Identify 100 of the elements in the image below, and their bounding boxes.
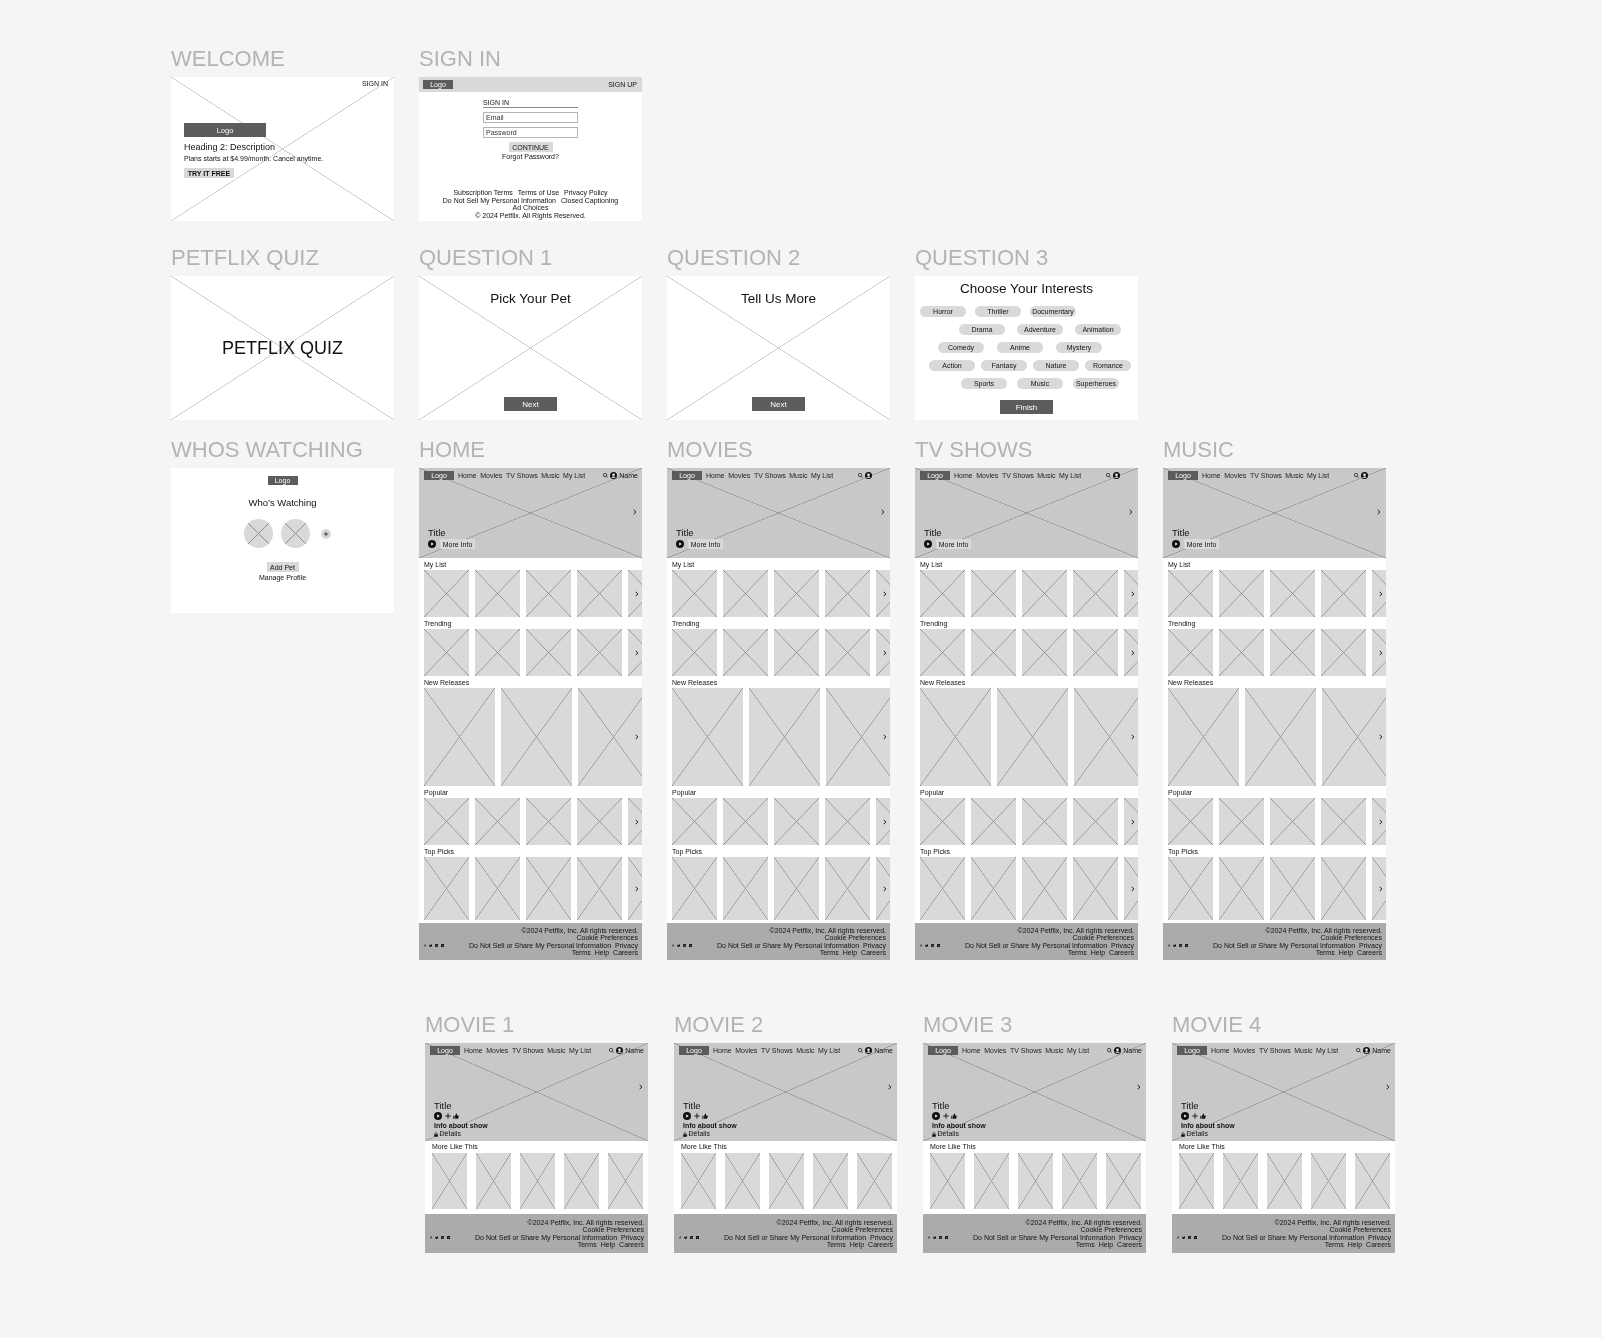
search-icon[interactable] [609,1048,615,1053]
chevron-right-icon[interactable] [634,885,638,892]
thumbnail-placeholder[interactable] [774,857,819,920]
user-avatar-icon[interactable] [865,472,872,479]
thumbnail-placeholder[interactable] [628,570,642,617]
thumbnail-placeholder[interactable] [526,857,571,920]
thumbnail-placeholder[interactable] [723,857,768,920]
thumbnail-placeholder[interactable] [1270,629,1315,676]
bird-icon[interactable] [932,1235,937,1240]
camera-icon[interactable] [434,943,439,948]
play-icon[interactable] [1172,540,1180,548]
thumbnail-placeholder[interactable] [1168,629,1213,676]
thumbnail-placeholder[interactable] [1168,688,1239,786]
play-square-icon[interactable] [688,943,693,948]
user-avatar-icon[interactable] [1113,472,1120,479]
chevron-right-icon[interactable] [887,1084,891,1090]
search-icon[interactable] [603,473,609,478]
chevron-right-icon[interactable] [1130,590,1134,597]
plus-icon[interactable] [444,1113,451,1119]
thumbnail-placeholder[interactable] [723,629,768,676]
thumbnail-placeholder[interactable] [1372,629,1386,676]
bird-icon[interactable] [1181,1235,1186,1240]
thumbnail-placeholder[interactable] [971,798,1016,845]
thumbnail-placeholder[interactable] [1124,857,1138,920]
chevron-right-icon[interactable] [634,590,638,597]
avatar-placeholder[interactable] [281,519,310,548]
thumbnail-placeholder[interactable] [920,629,965,676]
thumbnail-placeholder[interactable] [769,1153,804,1209]
thumbnail-placeholder[interactable] [672,857,717,920]
thumbnail-placeholder[interactable] [876,857,890,920]
thumbnail-placeholder[interactable] [774,629,819,676]
chevron-right-icon[interactable] [634,649,638,656]
thumbs-up-icon[interactable] [951,1113,957,1119]
thumbnail-placeholder[interactable] [1355,1153,1390,1209]
thumbnail-placeholder[interactable] [1179,1153,1214,1209]
thumbnail-placeholder[interactable] [520,1153,555,1209]
thumbnail-placeholder[interactable] [1168,570,1213,617]
thumbnail-placeholder[interactable] [672,798,717,845]
thumbnail-placeholder[interactable] [920,570,965,617]
bird-icon[interactable] [683,1235,688,1240]
thumbnail-placeholder[interactable] [974,1153,1009,1209]
chevron-right-icon[interactable] [1376,509,1380,515]
thumbnail-placeholder[interactable] [1322,688,1386,786]
thumbnail-placeholder[interactable] [1219,857,1264,920]
thumbnail-placeholder[interactable] [577,798,622,845]
camera-icon[interactable] [1187,1235,1192,1240]
chevron-right-icon[interactable] [882,734,886,740]
thumbnail-placeholder[interactable] [1372,857,1386,920]
thumbnail-placeholder[interactable] [1219,629,1264,676]
thumbnail-placeholder[interactable] [424,570,469,617]
chevron-right-icon[interactable] [1130,818,1134,825]
thumbnail-placeholder[interactable] [577,629,622,676]
chevron-right-icon[interactable] [882,818,886,825]
chevron-right-icon[interactable] [632,509,636,515]
thumbnail-placeholder[interactable] [475,570,520,617]
thumbnail-placeholder[interactable] [723,570,768,617]
thumbnail-placeholder[interactable] [1245,688,1316,786]
thumbnail-placeholder[interactable] [1321,570,1366,617]
camera-icon[interactable] [1178,943,1183,948]
thumbs-up-icon[interactable] [453,1113,459,1119]
play-icon[interactable] [932,1112,940,1120]
next-button[interactable]: Next [752,397,805,411]
play-square-icon[interactable] [446,1235,451,1240]
thumbnail-placeholder[interactable] [825,798,870,845]
user-avatar-icon[interactable] [610,472,618,479]
thumbnail-placeholder[interactable] [564,1153,599,1209]
thumbnail-placeholder[interactable] [1062,1153,1097,1209]
bird-icon[interactable] [676,943,681,948]
thumbnail-placeholder[interactable] [1106,1153,1141,1209]
thumbnail-placeholder[interactable] [1073,857,1118,920]
thumbs-up-icon[interactable] [702,1113,708,1119]
play-icon[interactable] [924,540,932,548]
user-avatar-icon[interactable] [1361,472,1368,479]
thumbnail-placeholder[interactable] [681,1153,716,1209]
camera-icon[interactable] [930,943,935,948]
chevron-right-icon[interactable] [634,734,638,740]
play-icon[interactable] [683,1112,691,1120]
thumbnail-placeholder[interactable] [1018,1153,1053,1209]
thumbnail-placeholder[interactable] [1073,629,1118,676]
chevron-right-icon[interactable] [1136,1084,1140,1090]
thumbnail-placeholder[interactable] [608,1153,643,1209]
user-avatar-icon[interactable] [1363,1047,1371,1054]
thumbnail-placeholder[interactable] [813,1153,848,1209]
thumbnail-placeholder[interactable] [1124,629,1138,676]
camera-icon[interactable] [682,943,687,948]
thumbnail-placeholder[interactable] [876,629,890,676]
chevron-right-icon[interactable] [1378,818,1382,825]
thumbnail-placeholder[interactable] [1022,857,1067,920]
thumbnail-placeholder[interactable] [424,629,469,676]
thumbnail-placeholder[interactable] [997,688,1068,786]
thumbnail-placeholder[interactable] [1223,1153,1258,1209]
chevron-right-icon[interactable] [880,509,884,515]
thumbnail-placeholder[interactable] [672,570,717,617]
thumbnail-placeholder[interactable] [577,857,622,920]
chevron-right-icon[interactable] [1378,590,1382,597]
thumbnail-placeholder[interactable] [501,688,572,786]
thumbnail-placeholder[interactable] [424,857,469,920]
thumbnail-placeholder[interactable] [723,798,768,845]
play-square-icon[interactable] [1193,1235,1198,1240]
thumbnail-placeholder[interactable] [876,570,890,617]
